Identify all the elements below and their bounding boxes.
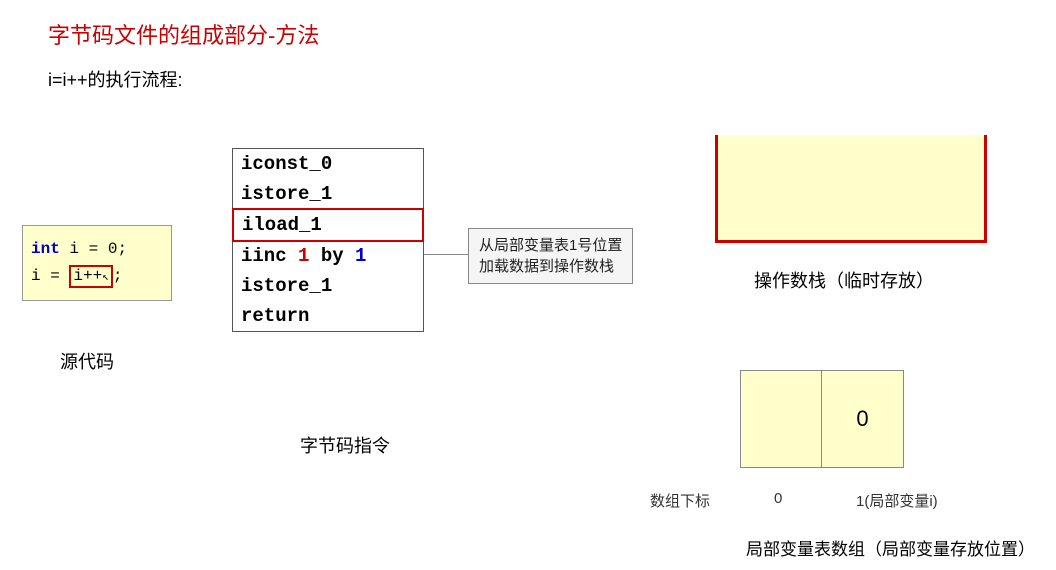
source-line-2: i = i++↖; — [31, 263, 163, 290]
bc-istore1: istore_1 — [233, 179, 423, 209]
annotation-connector — [424, 254, 468, 255]
bc-iinc-by: by — [309, 245, 355, 267]
bc-iload1: iload_1 — [232, 208, 424, 242]
lvt-cell-0 — [740, 370, 822, 468]
bc-iinc-arg2: 1 — [355, 245, 366, 267]
src-text: i = — [60, 240, 108, 258]
bc-iconst0: iconst_0 — [233, 149, 423, 179]
bc-iinc-arg1: 1 — [298, 245, 309, 267]
cursor-icon: ↖ — [102, 272, 109, 285]
operand-stack — [715, 135, 987, 243]
local-var-table: 0 — [740, 370, 904, 468]
operand-stack-label: 操作数栈（临时存放） — [754, 267, 934, 293]
source-code-box: int i = 0; i = i++↖; — [22, 225, 172, 301]
highlight-ipp: i++↖ — [69, 265, 112, 288]
annotation-line2: 加载数据到操作数栈 — [479, 256, 622, 277]
bytecode-box: iconst_0 istore_1 iload_1 iinc 1 by 1 is… — [232, 148, 424, 332]
src-semi: ; — [117, 240, 127, 258]
lvt-index-0: 0 — [774, 490, 782, 507]
bc-istore1b: istore_1 — [233, 271, 423, 301]
keyword-int: int — [31, 240, 60, 258]
annotation-line1: 从局部变量表1号位置 — [479, 235, 622, 256]
literal-zero: 0 — [108, 240, 118, 258]
lvt-label: 局部变量表数组（局部变量存放位置） — [746, 535, 1035, 560]
bc-iinc-op: iinc — [241, 245, 298, 267]
page-subtitle: i=i++的执行流程: — [48, 66, 183, 92]
lvt-index-1: 1(局部变量i) — [856, 490, 938, 511]
annotation-box: 从局部变量表1号位置 加载数据到操作数栈 — [468, 228, 633, 284]
page-title: 字节码文件的组成部分-方法 — [48, 18, 319, 50]
src-semi: ; — [113, 267, 123, 285]
bc-iinc: iinc 1 by 1 — [233, 241, 423, 271]
bytecode-label: 字节码指令 — [300, 432, 390, 458]
lvt-cell-1: 0 — [822, 370, 904, 468]
src-ipp: i++ — [73, 267, 102, 285]
source-line-1: int i = 0; — [31, 236, 163, 263]
bc-return: return — [233, 301, 423, 331]
source-code-label: 源代码 — [60, 348, 114, 374]
src-text: i = — [31, 267, 69, 285]
lvt-index-label: 数组下标 — [650, 490, 710, 511]
